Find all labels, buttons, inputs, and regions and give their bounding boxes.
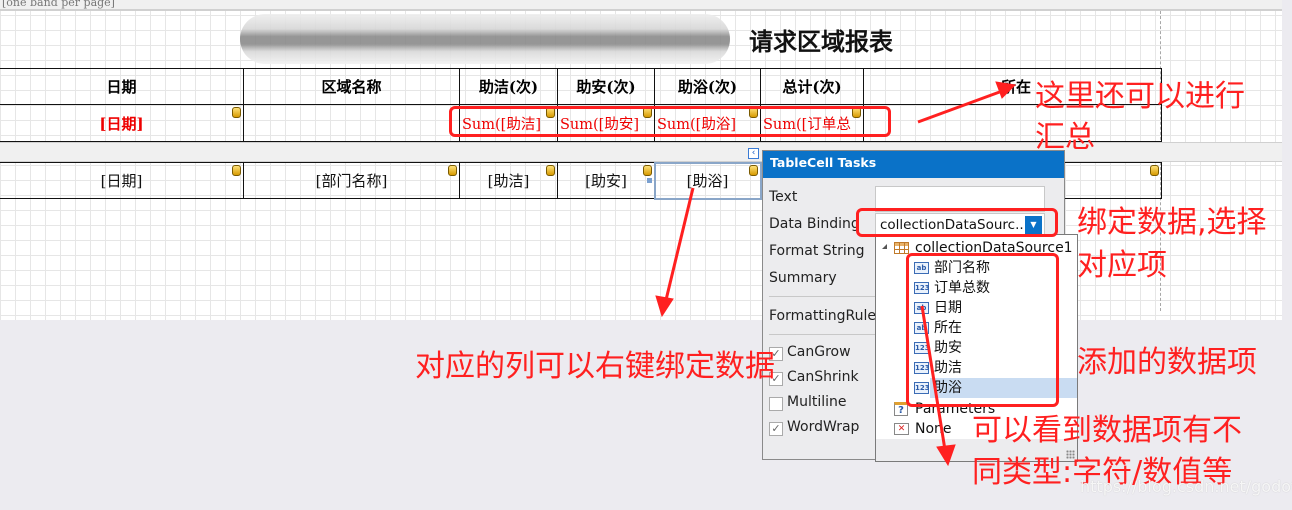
header-cell-date[interactable]: 日期 [0,68,244,105]
multiline-label: Multiline [787,394,847,410]
text-label: Text [769,189,798,205]
header-cell-cleaning[interactable]: 助洁(次) [459,68,558,105]
annotation-box-summary [449,106,891,137]
annotation-box-binding [856,208,1058,237]
expand-triangle-icon[interactable] [882,244,887,249]
detail-cell-safety[interactable]: [助安] [557,162,655,199]
resize-handle[interactable] [647,178,652,183]
header-cell-region[interactable]: 区域名称 [243,68,460,105]
watermark: https://blog.csdn.net/godot06 [1080,477,1292,496]
summary-label: Summary [769,270,837,286]
header-table: 日期 区域名称 助洁(次) 助安(次) 助浴(次) 总计(次) 所在 [0,68,1162,105]
format-string-label: Format String [769,243,865,259]
cangrow-label: CanGrow [787,344,851,360]
database-icon [1150,165,1159,176]
formatting-rules-label: FormattingRules [769,308,884,324]
multiline-checkbox[interactable] [769,397,783,411]
smart-tag-button[interactable]: ‹ [748,148,759,159]
wordwrap-label: WordWrap [787,419,860,435]
detail-cell-department-text: [部门名称] [315,172,388,190]
annotation-column-note: 对应的列可以右键绑定数据 [415,349,775,384]
wordwrap-checkbox[interactable]: ✓ [769,422,783,436]
header-row: 日期 区域名称 助洁(次) 助安(次) 助浴(次) 总计(次) 所在 [0,68,1162,105]
annotation-box-fields [906,253,1059,407]
band-caption: [one band per page] [0,0,1282,11]
separator [769,296,875,297]
database-icon [749,165,758,176]
detail-cell-bathing-text: [助浴] [686,172,729,190]
header-cell-safety[interactable]: 助安(次) [557,68,655,105]
none-x-icon: ✕ [894,423,909,435]
detail-cell-cleaning-text: [助洁] [487,172,530,190]
obscured-title-part [240,14,730,64]
report-title[interactable]: 请求区域报表 [733,22,893,63]
detail-cell-bathing-selected[interactable]: [助浴] [653,161,762,200]
header-cell-bathing[interactable]: 助浴(次) [654,68,761,105]
tasks-panel-title: TableCell Tasks [763,151,1064,178]
annotation-binding-line1: 绑定数据,选择 [1077,205,1267,240]
table-icon [894,242,909,254]
database-icon [448,165,457,176]
database-icon [546,165,555,176]
separator [769,334,875,335]
database-icon [232,107,241,118]
detail-cell-date[interactable]: [日期] [0,162,244,199]
annotation-types-line1: 可以看到数据项有不 [972,413,1242,448]
detail-cell-date-text: [日期] [100,172,143,190]
detail-cell-cleaning[interactable]: [助洁] [459,162,558,199]
annotation-summary-line1: 这里还可以进行 [1035,79,1245,114]
database-icon [232,165,241,176]
data-binding-label: Data Binding [769,216,860,232]
annotation-fields-note: 添加的数据项 [1077,345,1257,380]
annotation-binding-line2: 对应项 [1077,248,1167,283]
database-icon [643,165,652,176]
summary-cell-date[interactable]: [日期] [0,104,244,142]
canshrink-label: CanShrink [787,369,859,385]
detail-cell-safety-text: [助安] [585,172,627,190]
summary-cell-date-text: [日期] [99,114,144,133]
summary-cell-region[interactable] [243,104,460,142]
header-cell-total[interactable]: 总计(次) [760,68,864,105]
report-title-text: 请求区域报表 [749,28,893,56]
none-label: None [915,421,952,437]
annotation-summary-line2: 汇总 [1035,120,1095,155]
detail-cell-department[interactable]: [部门名称] [243,162,460,199]
